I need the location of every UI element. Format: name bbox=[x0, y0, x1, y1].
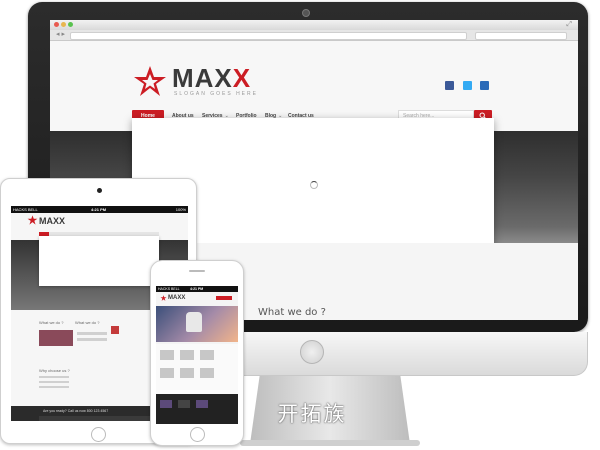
content-block bbox=[200, 350, 214, 360]
browser-toolbar: ◂ ▸ bbox=[50, 30, 578, 41]
logo-name: MAX bbox=[172, 63, 233, 93]
camera-icon bbox=[97, 188, 102, 193]
dark-thumbnail[interactable] bbox=[196, 400, 208, 408]
minimize-window-icon[interactable] bbox=[61, 22, 66, 27]
delicious-icon[interactable] bbox=[480, 81, 489, 90]
maximize-window-icon[interactable] bbox=[68, 22, 73, 27]
ipad-footer-bar bbox=[39, 416, 159, 421]
menu-button[interactable] bbox=[216, 296, 232, 300]
star-logo-icon bbox=[27, 215, 38, 225]
content-block bbox=[160, 350, 174, 360]
loading-spinner-icon bbox=[310, 181, 318, 189]
star-logo-icon[interactable] bbox=[132, 65, 168, 97]
iphone-screen: HACKS BELL 4:21 PM MAXX bbox=[156, 286, 238, 424]
back-forward-icon[interactable]: ◂ ▸ bbox=[56, 30, 65, 40]
why-choose-heading: Why choose us ? bbox=[39, 368, 70, 373]
browser-titlebar: ⤢ bbox=[50, 20, 578, 30]
time-label: 4:21 PM bbox=[91, 207, 107, 212]
imac-stand-base bbox=[240, 440, 420, 446]
camera-icon bbox=[302, 9, 310, 17]
ipad-statusbar: HACKS BELL 4:21 PM 100% bbox=[11, 206, 188, 213]
speaker-icon bbox=[189, 270, 205, 272]
browser-search-field[interactable] bbox=[475, 32, 567, 40]
text-line bbox=[77, 332, 107, 335]
fullscreen-icon[interactable]: ⤢ bbox=[566, 21, 572, 29]
facebook-icon[interactable] bbox=[445, 81, 454, 90]
time-label: 4:21 PM bbox=[190, 287, 204, 291]
star-logo-icon bbox=[160, 295, 167, 301]
close-window-icon[interactable] bbox=[54, 22, 59, 27]
iphone-statusbar: HACKS BELL 4:21 PM bbox=[156, 286, 238, 292]
content-block bbox=[200, 368, 214, 378]
list-item bbox=[39, 376, 69, 378]
carrier-label: HACKS BELL bbox=[13, 207, 38, 212]
dark-thumbnail[interactable] bbox=[178, 400, 190, 408]
home-button[interactable] bbox=[190, 427, 205, 442]
ipad-badge-icon bbox=[111, 326, 119, 334]
twitter-icon[interactable] bbox=[463, 81, 472, 90]
watermark: 开拓族 bbox=[277, 402, 347, 426]
address-bar[interactable] bbox=[70, 32, 467, 40]
list-item bbox=[39, 381, 69, 383]
carrier-label: HACKS BELL bbox=[158, 287, 180, 291]
content-block bbox=[180, 350, 194, 360]
dark-thumbnail[interactable] bbox=[160, 400, 172, 408]
content-block bbox=[160, 368, 174, 378]
what-we-do-heading-2: What we do ? bbox=[75, 320, 100, 325]
ipad-thumbnail[interactable] bbox=[39, 330, 73, 346]
list-item bbox=[39, 386, 69, 388]
ipad-logo[interactable]: MAXX bbox=[39, 216, 65, 226]
content-block bbox=[180, 368, 194, 378]
ipad-slider[interactable] bbox=[39, 236, 159, 286]
what-we-do-heading: What we do ? bbox=[39, 320, 64, 325]
iphone-logo[interactable]: MAXX bbox=[168, 295, 185, 301]
hero-figure bbox=[186, 312, 202, 332]
site-logo-text[interactable]: MAXX bbox=[172, 65, 251, 91]
apple-logo-icon bbox=[300, 340, 324, 364]
site-slogan: SLOGAN GOES HERE bbox=[174, 91, 258, 97]
section-title: What we do ? bbox=[258, 307, 326, 318]
iphone-device: HACKS BELL 4:21 PM MAXX bbox=[150, 260, 244, 446]
text-line bbox=[77, 338, 107, 341]
logo-accent-letter: X bbox=[232, 63, 252, 93]
iphone-dark-section bbox=[156, 394, 238, 424]
ipad-footer-text: Are you ready? Call us now 800 123 4567 bbox=[43, 409, 109, 413]
battery-label: 100% bbox=[175, 207, 186, 212]
home-button[interactable] bbox=[91, 427, 106, 442]
